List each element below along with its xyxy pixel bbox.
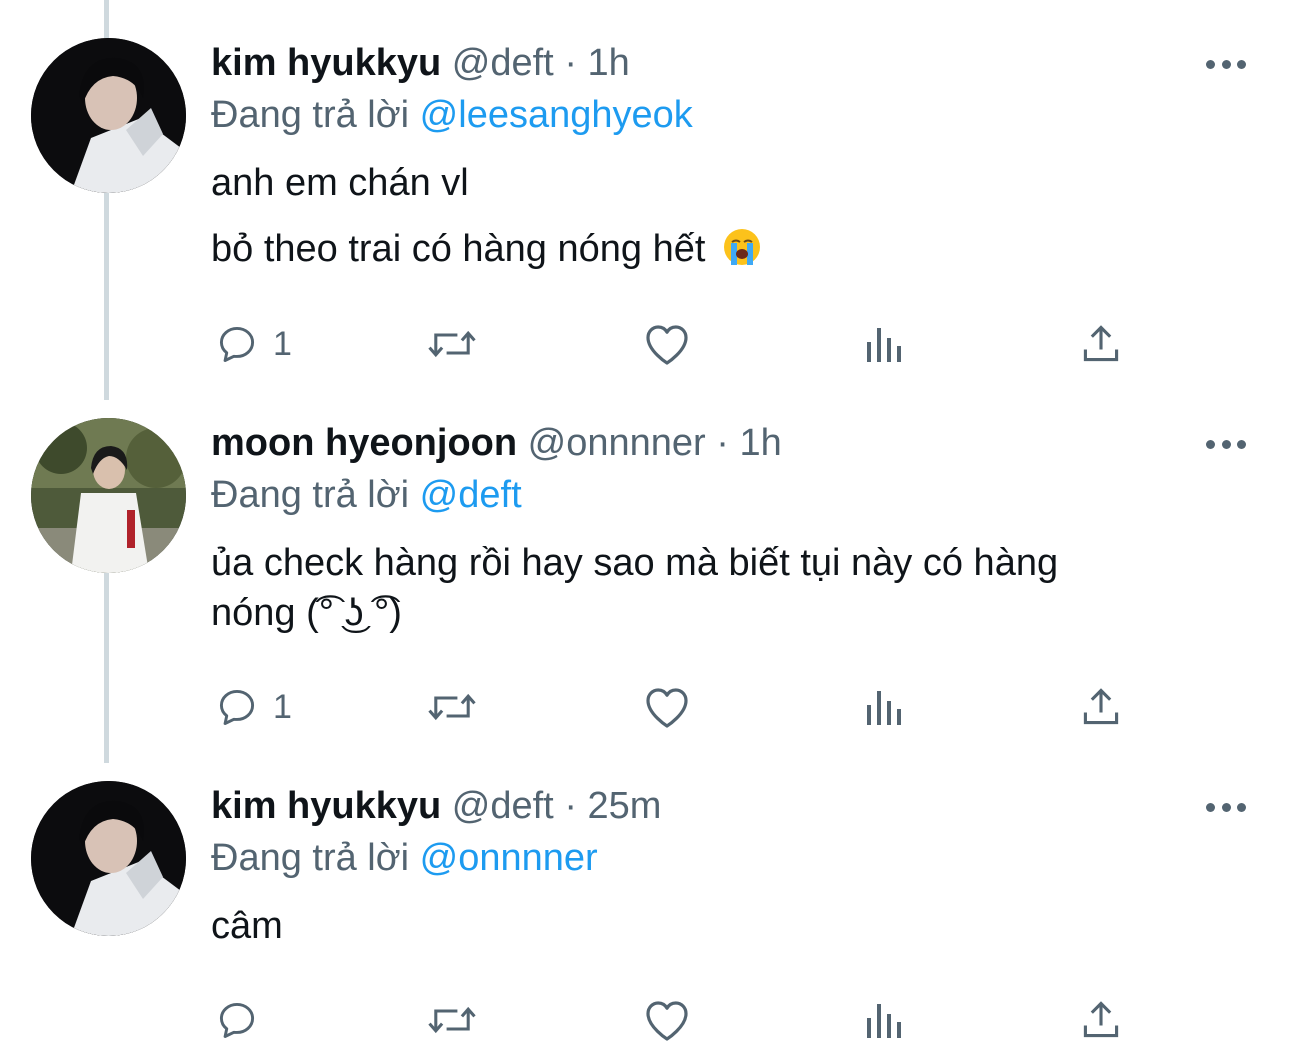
share-icon (1083, 1001, 1119, 1038)
timestamp[interactable]: 1h (588, 42, 630, 84)
avatar-image (31, 38, 186, 193)
author-name[interactable]: moon hyeonjoon (211, 422, 517, 464)
retweet-icon (428, 693, 476, 721)
tweet[interactable]: kim hyukkyu @deft · 25m Đang trả lời @on… (0, 763, 1290, 1059)
avatar[interactable] (31, 781, 186, 936)
replying-to-label: Đang trả lời (211, 474, 410, 516)
more-icon[interactable] (1206, 801, 1246, 813)
tweet-text: anh em chán vl bỏ theo trai có hàng nóng… (211, 158, 1250, 274)
tweet-text-line-text: bỏ theo trai có hàng nóng hết (211, 228, 706, 270)
replying-to: Đang trả lời @onnnner (211, 833, 1250, 883)
reply-button[interactable] (215, 995, 273, 1045)
retweet-icon (428, 1006, 476, 1034)
like-button[interactable] (643, 682, 691, 732)
replying-to-label: Đang trả lời (211, 94, 410, 136)
analytics-icon (867, 1004, 901, 1038)
tweet[interactable]: kim hyukkyu @deft · 1h Đang trả lời @lee… (0, 0, 1290, 400)
author-handle[interactable]: @deft (452, 785, 554, 827)
reply-count: 1 (273, 687, 292, 726)
avatar[interactable] (31, 38, 186, 193)
tweet-text-line: anh em chán vl (211, 162, 469, 204)
share-button[interactable] (1079, 319, 1123, 369)
like-button[interactable] (643, 995, 691, 1045)
retweet-icon (428, 330, 476, 358)
tweet-text: câm (211, 901, 1250, 951)
reply-icon (219, 326, 255, 362)
separator-dot: · (716, 422, 729, 464)
tweet-text-line: ủa check hàng rồi hay sao mà biết tụi nà… (211, 542, 1059, 584)
avatar-image (31, 781, 186, 936)
replying-to: Đang trả lời @deft (211, 470, 1250, 520)
tweet-text-line: bỏ theo trai có hàng nóng hết (211, 224, 1250, 274)
heart-icon (646, 1001, 688, 1041)
heart-icon (646, 688, 688, 728)
replying-to: Đang trả lời @leesanghyeok (211, 90, 1250, 140)
reply-count: 1 (273, 324, 292, 363)
author-name[interactable]: kim hyukkyu (211, 42, 441, 84)
reply-icon (219, 689, 255, 725)
tweet-header: moon hyeonjoon @onnnner · 1h (211, 418, 1250, 468)
tweet-header: kim hyukkyu @deft · 25m (211, 781, 1250, 831)
reply-button[interactable]: 1 (215, 682, 292, 732)
author-name[interactable]: kim hyukkyu (211, 785, 441, 827)
tweet-text: ủa check hàng rồi hay sao mà biết tụi nà… (211, 538, 1250, 638)
share-icon (1083, 688, 1119, 725)
heart-icon (646, 325, 688, 365)
analytics-button[interactable] (865, 319, 905, 369)
tweet[interactable]: moon hyeonjoon @onnnner · 1h Đang trả lờ… (0, 400, 1290, 763)
tweet-text-line: câm (211, 905, 283, 947)
author-handle[interactable]: @onnnner (528, 422, 706, 464)
retweet-button[interactable] (425, 319, 479, 369)
author-handle[interactable]: @deft (452, 42, 554, 84)
analytics-button[interactable] (865, 995, 905, 1045)
reply-icon (219, 1002, 255, 1038)
analytics-icon (867, 691, 901, 725)
analytics-icon (867, 328, 901, 362)
more-icon[interactable] (1206, 58, 1246, 70)
mention-link[interactable]: @leesanghyeok (420, 94, 693, 136)
avatar-image (31, 418, 186, 573)
reply-button[interactable]: 1 (215, 319, 292, 369)
mention-link[interactable]: @onnnner (420, 837, 598, 879)
separator-dot: · (564, 42, 577, 84)
tweet-actions: 1 (211, 682, 1211, 732)
loudly-crying-face-icon (723, 229, 760, 265)
tweet-header: kim hyukkyu @deft · 1h (211, 38, 1250, 88)
tweet-actions (211, 995, 1211, 1045)
separator-dot: · (564, 785, 577, 827)
timestamp[interactable]: 1h (739, 422, 781, 464)
mention-link[interactable]: @deft (420, 474, 522, 516)
analytics-button[interactable] (865, 682, 905, 732)
share-button[interactable] (1079, 995, 1123, 1045)
more-icon[interactable] (1206, 438, 1246, 450)
avatar[interactable] (31, 418, 186, 573)
timestamp[interactable]: 25m (588, 785, 662, 827)
like-button[interactable] (643, 319, 691, 369)
tweet-text-line: nóng (͡° ͜ʖ ͡°) (211, 592, 402, 634)
share-button[interactable] (1079, 682, 1123, 732)
tweet-actions: 1 (211, 319, 1211, 369)
replying-to-label: Đang trả lời (211, 837, 410, 879)
share-icon (1083, 325, 1119, 362)
retweet-button[interactable] (425, 682, 479, 732)
retweet-button[interactable] (425, 995, 479, 1045)
